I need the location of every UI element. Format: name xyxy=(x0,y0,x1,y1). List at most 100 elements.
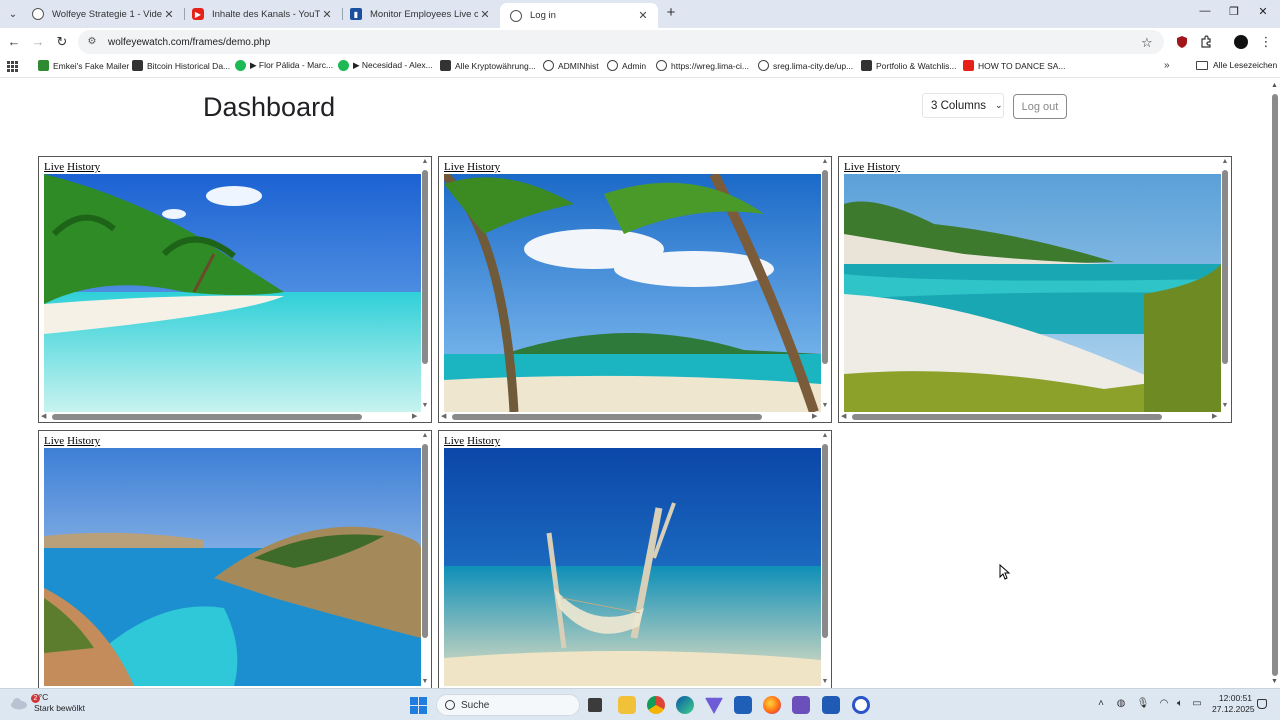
apps-grid-icon[interactable] xyxy=(7,61,18,72)
bookmark-item[interactable]: HOW TO DANCE SA... xyxy=(963,60,1066,71)
bookmark-item[interactable]: ADMINhist xyxy=(543,60,599,71)
taskbar-clock[interactable]: 12:00:51 27.12.2025 xyxy=(1212,693,1255,715)
scrollbar-thumb[interactable] xyxy=(1272,94,1278,676)
word-icon[interactable] xyxy=(822,696,840,714)
frame-vertical-scrollbar[interactable]: ▲ ▼ xyxy=(1220,158,1230,411)
scroll-left-arrow[interactable]: ◀ xyxy=(41,412,46,420)
frame-horizontal-scrollbar[interactable]: ◀ ▶ xyxy=(440,412,821,422)
tray-overflow-chevron-icon[interactable]: ˄ xyxy=(1094,698,1108,709)
windows-start-icon[interactable] xyxy=(410,697,427,714)
all-bookmarks-folder[interactable]: Alle Lesezeichen xyxy=(1196,60,1277,70)
scroll-down-arrow[interactable]: ▼ xyxy=(1221,402,1229,409)
frame-vertical-scrollbar[interactable]: ▲ ▼ xyxy=(820,158,830,411)
scroll-left-arrow[interactable]: ◀ xyxy=(441,412,446,420)
tab-wolfeye-strategie[interactable]: Wolfeye Strategie 1 - Video Titel ✕ xyxy=(22,3,184,25)
scroll-down-arrow[interactable]: ▼ xyxy=(821,402,829,409)
taskbar-search[interactable]: Suche xyxy=(436,694,580,716)
firefox-icon[interactable] xyxy=(763,696,781,714)
page-vertical-scrollbar[interactable]: ▲ ▼ xyxy=(1269,82,1279,688)
minimize-button[interactable]: — xyxy=(1195,5,1215,21)
battery-icon[interactable]: ▭ xyxy=(1190,698,1204,709)
reload-button[interactable]: ↻ xyxy=(54,34,70,50)
history-link[interactable]: History xyxy=(67,435,100,447)
bookmark-item[interactable]: Bitcoin Historical Da... xyxy=(132,60,230,71)
scrollbar-thumb[interactable] xyxy=(452,414,762,420)
close-tab-icon[interactable]: ✕ xyxy=(478,8,492,21)
weather-widget[interactable]: 2 0°C Stark bewölkt xyxy=(10,692,85,714)
scroll-up-arrow[interactable]: ▲ xyxy=(821,432,829,439)
columns-select[interactable]: 3 Columns ⌄ xyxy=(922,93,1004,118)
scroll-up-arrow[interactable]: ▲ xyxy=(1271,82,1278,89)
bookmark-item[interactable]: ▶ Flor Pálida - Marc... xyxy=(235,60,333,71)
bookmark-item[interactable]: Alle Kryptowährung... xyxy=(440,60,536,71)
edge-icon[interactable] xyxy=(676,696,694,714)
restore-button[interactable]: ❐ xyxy=(1224,5,1244,21)
more-bookmarks-icon[interactable]: » xyxy=(1164,60,1170,71)
history-link[interactable]: History xyxy=(867,161,900,173)
scroll-down-arrow[interactable]: ▼ xyxy=(421,402,429,409)
close-tab-icon[interactable]: ✕ xyxy=(636,9,650,22)
scrollbar-thumb[interactable] xyxy=(422,170,428,364)
address-bar[interactable]: ⚙ wolfeyewatch.com/frames/demo.php xyxy=(78,30,1164,54)
frame-horizontal-scrollbar[interactable]: ◀ ▶ xyxy=(40,412,421,422)
scrollbar-thumb[interactable] xyxy=(52,414,362,420)
history-link[interactable]: History xyxy=(467,161,500,173)
live-link[interactable]: Live xyxy=(444,161,464,173)
scroll-down-arrow[interactable]: ▼ xyxy=(1271,678,1278,685)
history-link[interactable]: History xyxy=(467,435,500,447)
task-view-icon[interactable] xyxy=(588,698,602,712)
volume-icon[interactable]: 🔈︎ xyxy=(1173,698,1187,709)
scroll-down-arrow[interactable]: ▼ xyxy=(421,678,429,685)
live-link[interactable]: Live xyxy=(444,435,464,447)
scroll-up-arrow[interactable]: ▲ xyxy=(421,158,429,165)
close-tab-icon[interactable]: ✕ xyxy=(162,8,176,21)
scrollbar-thumb[interactable] xyxy=(1222,170,1228,364)
tab-log-in[interactable]: Log in ✕ xyxy=(500,3,658,28)
app-circle-icon[interactable] xyxy=(852,696,870,714)
mail-app-icon[interactable] xyxy=(792,696,810,714)
back-button[interactable]: ← xyxy=(6,34,22,50)
bookmark-item[interactable]: Emkei's Fake Mailer xyxy=(38,60,129,71)
live-link[interactable]: Live xyxy=(44,435,64,447)
scroll-left-arrow[interactable]: ◀ xyxy=(841,412,846,420)
new-tab-button[interactable]: + xyxy=(664,5,678,21)
file-explorer-icon[interactable] xyxy=(618,696,636,714)
notifications-bell-icon[interactable] xyxy=(1257,699,1267,709)
close-tab-icon[interactable]: ✕ xyxy=(320,8,334,21)
profile-avatar[interactable] xyxy=(1234,35,1248,49)
chrome-icon[interactable] xyxy=(647,696,665,714)
live-link[interactable]: Live xyxy=(844,161,864,173)
scrollbar-thumb[interactable] xyxy=(822,444,828,638)
tab-search-chevron-icon[interactable]: ⌄ xyxy=(4,6,22,22)
scroll-right-arrow[interactable]: ▶ xyxy=(1212,412,1217,420)
tab-youtube-studio[interactable]: ▶ Inhalte des Kanals - YouTube Studio ✕ xyxy=(182,3,342,25)
address-url[interactable]: wolfeyewatch.com/frames/demo.php xyxy=(108,37,270,48)
microphone-icon[interactable]: 🎙︎ xyxy=(1136,698,1150,709)
scroll-down-arrow[interactable]: ▼ xyxy=(821,678,829,685)
extension-shield-icon[interactable] xyxy=(1175,35,1189,49)
bookmark-star-icon[interactable]: ☆ xyxy=(1141,35,1153,51)
extensions-puzzle-icon[interactable] xyxy=(1199,35,1213,49)
network-shield-icon[interactable]: ◍ xyxy=(1114,698,1128,709)
scroll-up-arrow[interactable]: ▲ xyxy=(1221,158,1229,165)
tab-monitor-employees[interactable]: ▮ Monitor Employees Live on PC ✕ xyxy=(340,3,500,25)
scroll-up-arrow[interactable]: ▲ xyxy=(821,158,829,165)
scroll-right-arrow[interactable]: ▶ xyxy=(812,412,817,420)
bookmark-item[interactable]: Portfolio & Watchlis... xyxy=(861,60,956,71)
live-link[interactable]: Live xyxy=(44,161,64,173)
bookmark-item[interactable]: sreg.lima-city.de/up... xyxy=(758,60,853,71)
bookmark-item[interactable]: ▶ Necesidad - Alex... xyxy=(338,60,433,71)
scrollbar-thumb[interactable] xyxy=(422,444,428,638)
bookmark-item[interactable]: Admin xyxy=(607,60,646,71)
bookmark-item[interactable]: https://wreg.lima-ci... xyxy=(656,60,749,71)
logout-button[interactable]: Log out xyxy=(1013,94,1067,119)
history-link[interactable]: History xyxy=(67,161,100,173)
wifi-icon[interactable]: ◠ xyxy=(1157,698,1171,709)
scroll-right-arrow[interactable]: ▶ xyxy=(412,412,417,420)
scroll-up-arrow[interactable]: ▲ xyxy=(421,432,429,439)
frame-vertical-scrollbar[interactable]: ▲ ▼ xyxy=(820,432,830,688)
site-info-icon[interactable]: ⚙ xyxy=(86,36,98,48)
store-icon[interactable] xyxy=(734,696,752,714)
vpn-app-icon[interactable] xyxy=(705,697,723,714)
frame-horizontal-scrollbar[interactable]: ◀ ▶ xyxy=(840,412,1221,422)
